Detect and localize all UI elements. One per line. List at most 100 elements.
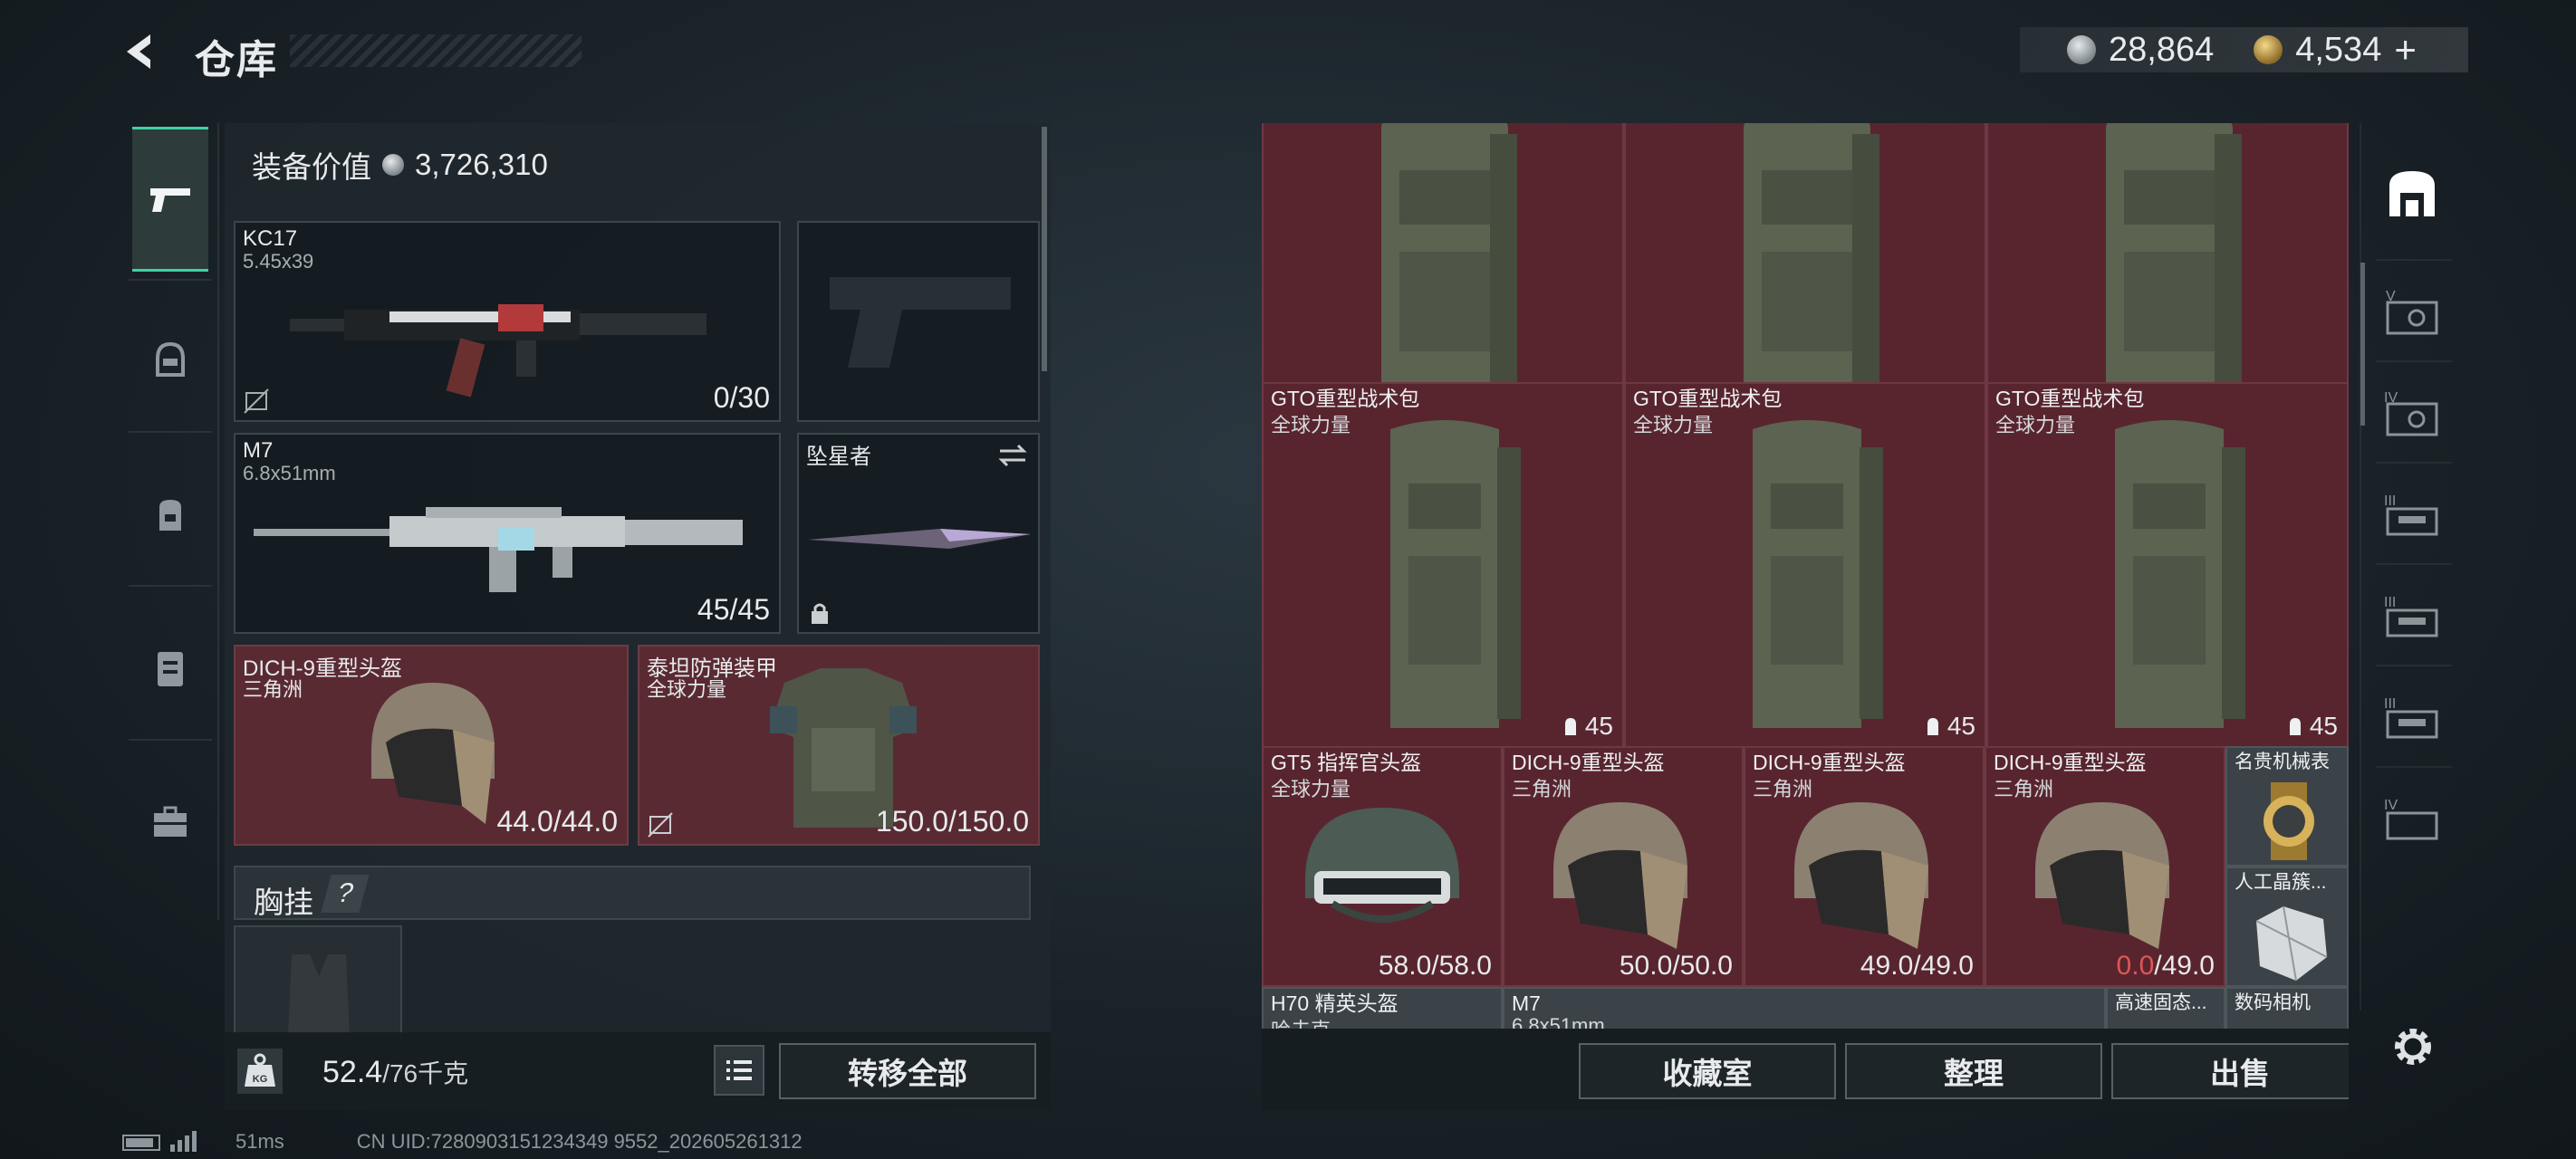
- backpack-image: [1390, 420, 1521, 728]
- item-origin: 全球力量: [1271, 414, 1351, 436]
- silver-coin-icon: [2067, 35, 2096, 64]
- weapon-name: M7: [243, 438, 274, 463]
- nav-weapons[interactable]: [132, 127, 208, 272]
- collection-button[interactable]: 收藏室: [1579, 1043, 1836, 1099]
- capacity-icon: [2289, 718, 2301, 735]
- no-insure-icon: [244, 388, 269, 414]
- nav-case[interactable]: [132, 784, 208, 860]
- item-name: 数码相机: [2235, 992, 2311, 1013]
- item-name: DICH-9重型头盔: [1994, 751, 2147, 774]
- ammo-count: 45/45: [697, 593, 770, 626]
- helmet-image: [1305, 808, 1459, 923]
- pistol-icon: [150, 188, 190, 212]
- stash-item-helmet[interactable]: DICH-9重型头盔 三角洲 50.0/50.0: [1503, 746, 1744, 987]
- item-quantity: 45: [1560, 712, 1613, 741]
- crate-icon: III: [2384, 595, 2438, 637]
- no-insure-icon: [648, 812, 673, 838]
- rail-scrollbar[interactable]: [2360, 263, 2365, 426]
- lock-icon: [812, 603, 828, 624]
- svg-text:III: III: [2384, 696, 2396, 712]
- stash-item-camera[interactable]: 数码相机: [2225, 987, 2349, 1029]
- helmet-image: [1553, 802, 1687, 949]
- helmet-slot[interactable]: DICH-9重型头盔 三角洲 44.0/44.0: [234, 645, 629, 846]
- ammo-count: 0/30: [713, 381, 770, 414]
- user-uid: CN UID:7280903151234349 9552_20260526131…: [356, 1130, 803, 1153]
- rifle-image: [254, 507, 743, 592]
- rail-page-iii[interactable]: III: [2378, 683, 2446, 752]
- crate-icon: III: [2384, 493, 2438, 536]
- item-name: 人工晶簇...: [2235, 872, 2327, 893]
- crate-icon: III: [2384, 696, 2438, 739]
- helmet-image: [2035, 802, 2169, 949]
- status-bar: 51ms CN UID:7280903151234349 9552_202605…: [121, 1130, 803, 1154]
- pistol-placeholder-icon: [830, 277, 1011, 368]
- transfer-all-button[interactable]: 转移全部: [779, 1043, 1036, 1099]
- stash-item-helmet[interactable]: GT5 指挥官头盔 全球力量 58.0/58.0: [1262, 746, 1503, 987]
- rail-page-iii[interactable]: III: [2378, 480, 2446, 549]
- svg-text:III: III: [2384, 493, 2396, 509]
- secondary-weapon-slot[interactable]: M7 6.8x51mm 45/45: [234, 433, 781, 634]
- list-view-button[interactable]: [714, 1045, 764, 1096]
- safe-icon: IV: [2384, 390, 2438, 436]
- stash-item-watch[interactable]: 名贵机械表: [2225, 746, 2349, 867]
- item-origin: 全球力量: [1633, 414, 1714, 436]
- organize-button[interactable]: 整理: [1845, 1043, 2102, 1099]
- item-name: DICH-9重型头盔: [1753, 751, 1906, 774]
- rail-page-iv[interactable]: IV: [2378, 784, 2446, 853]
- weight-max: /76千克: [382, 1059, 469, 1087]
- sell-button[interactable]: 出售: [2111, 1043, 2349, 1099]
- helmet-origin: 三角洲: [243, 678, 303, 701]
- item-durability: 0.0/49.0: [2116, 951, 2215, 981]
- stash-item-weapon[interactable]: M7 6.8x51mm: [1503, 987, 2106, 1029]
- item-quantity: 45: [2284, 712, 2338, 741]
- stash-actions: 收藏室 整理 出售: [1262, 1029, 2349, 1110]
- item-name: M7: [1512, 991, 1541, 1015]
- item-quantity: 45: [1922, 712, 1975, 741]
- stash-grid: 45 45 45: [1262, 123, 2349, 1029]
- stash-item-helmet[interactable]: H70 精英头盔 哈夫克: [1262, 987, 1503, 1029]
- item-name: GTO重型战术包: [1995, 387, 2145, 410]
- equipment-value: 装备价值 3,726,310: [252, 143, 548, 187]
- equipment-scrollbar[interactable]: [1042, 127, 1047, 371]
- stash-panel: 45 45 45: [1262, 123, 2349, 1110]
- weight-current: 52.4: [322, 1055, 383, 1089]
- primary-weapon-slot[interactable]: KC17 5.45x39 0/30: [234, 221, 781, 422]
- silver-coin-icon: [382, 154, 404, 176]
- rail-home[interactable]: [2378, 159, 2446, 228]
- vest-icon: [158, 652, 183, 686]
- svg-text:IV: IV: [2384, 390, 2398, 406]
- rail-page-v[interactable]: V: [2378, 277, 2446, 346]
- item-name: DICH-9重型头盔: [1512, 751, 1665, 774]
- vest-placeholder-icon: [288, 954, 350, 1036]
- stash-item-helmet[interactable]: DICH-9重型头盔 三角洲 0.0/49.0: [1985, 746, 2225, 987]
- back-button[interactable]: [118, 29, 163, 74]
- rail-page-iv[interactable]: IV: [2378, 378, 2446, 447]
- stash-item-helmet[interactable]: DICH-9重型头盔 三角洲 49.0/49.0: [1744, 746, 1985, 987]
- nav-helmet[interactable]: [132, 322, 208, 398]
- rail-page-iii[interactable]: III: [2378, 581, 2446, 650]
- add-gold-button[interactable]: +: [2394, 28, 2417, 72]
- warehouse-icon: [2389, 171, 2435, 216]
- item-name: 高速固态...: [2115, 992, 2207, 1013]
- svg-text:IV: IV: [2384, 798, 2398, 813]
- nav-vest[interactable]: [132, 630, 208, 706]
- stash-item-ssd[interactable]: 高速固态...: [2106, 987, 2225, 1029]
- capacity-icon: [1564, 718, 1576, 735]
- ping-readout: 51ms: [235, 1130, 284, 1153]
- capacity-icon: [1927, 718, 1938, 735]
- swap-icon[interactable]: [996, 442, 1029, 469]
- settings-button[interactable]: [2388, 1021, 2438, 1072]
- briefcase-icon: [154, 806, 187, 837]
- chest-rig-header: 胸挂 ?: [234, 866, 1031, 920]
- stash-item-crystal[interactable]: 人工晶簇...: [2225, 867, 2349, 987]
- armor-slot[interactable]: 泰坦防弹装甲 全球力量 150.0/150.0: [638, 645, 1040, 846]
- melee-name: 坠星者: [806, 445, 871, 469]
- melee-slot[interactable]: 坠星者: [797, 433, 1040, 634]
- weight-bar: KG 52.4/76千克 转移全部: [225, 1032, 1051, 1110]
- helmet-image: [371, 683, 495, 824]
- nav-backpack[interactable]: [132, 476, 208, 552]
- pistol-slot[interactable]: [797, 221, 1040, 422]
- equipment-value-amount: 3,726,310: [415, 148, 548, 181]
- rifle-image: [290, 304, 706, 398]
- help-button[interactable]: ?: [321, 875, 370, 913]
